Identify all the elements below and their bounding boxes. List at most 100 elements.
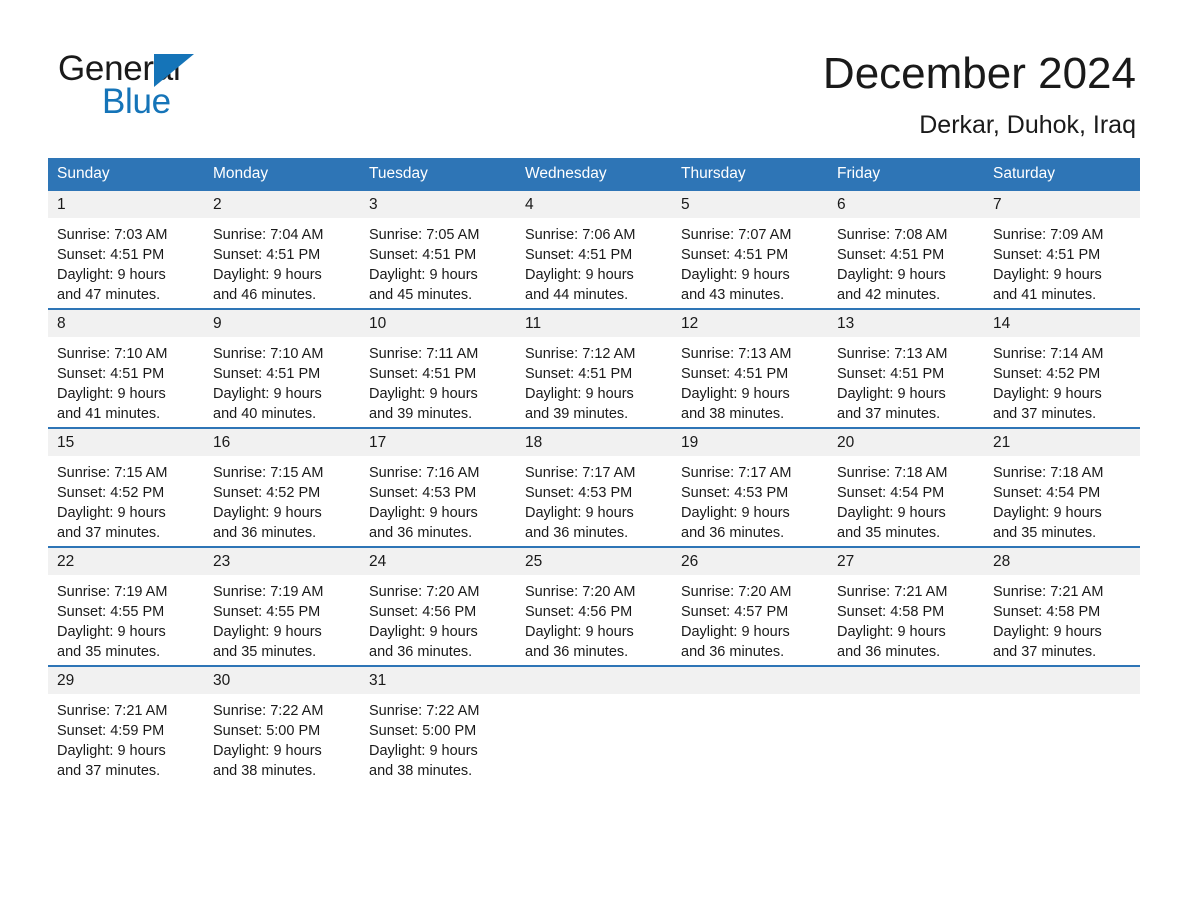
daylight-text-line2: and 42 minutes. — [837, 287, 941, 303]
calendar-day-cell[interactable]: 7 Sunrise: 7:09 AM Sunset: 4:51 PM Daylight… — [984, 191, 1140, 309]
sunset-text: Sunset: 4:53 PM — [369, 485, 477, 501]
calendar-day-cell[interactable]: 29 Sunrise: 7:21 AM Sunset: 4:59 PM Dayligh… — [48, 665, 204, 784]
day-cell-inner — [516, 667, 672, 784]
day-details: Sunrise: 7:19 AM Sunset: 4:55 PM Daylight:… — [204, 575, 360, 662]
daylight-text-line1: Daylight: 9 hours — [525, 624, 634, 640]
sunset-text: Sunset: 4:56 PM — [369, 604, 477, 620]
sunset-text: Sunset: 4:51 PM — [57, 366, 165, 382]
day-cell-inner: 11 Sunrise: 7:12 AM Sunset: 4:51 PM Dayligh… — [516, 310, 672, 427]
daylight-text-line2: and 41 minutes. — [57, 406, 161, 422]
daylight-text-line1: Daylight: 9 hours — [57, 386, 166, 402]
calendar-day-cell[interactable]: 1 Sunrise: 7:03 AM Sunset: 4:51 PM Daylight… — [48, 191, 204, 309]
calendar-day-cell[interactable]: 12 Sunrise: 7:13 AM Sunset: 4:51 PM Dayligh… — [672, 308, 828, 428]
sunrise-text: Sunrise: 7:22 AM — [369, 703, 480, 719]
day-number: 11 — [516, 310, 672, 337]
daylight-text-line1: Daylight: 9 hours — [57, 505, 166, 521]
daylight-text-line2: and 36 minutes. — [369, 525, 473, 541]
day-cell-inner: 21 Sunrise: 7:18 AM Sunset: 4:54 PM Dayligh… — [984, 429, 1140, 546]
calendar-day-cell[interactable]: 13 Sunrise: 7:13 AM Sunset: 4:51 PM Dayligh… — [828, 308, 984, 428]
page-title: December 2024 — [822, 49, 1136, 98]
sunrise-text: Sunrise: 7:20 AM — [525, 584, 636, 600]
day-cell-inner: 18 Sunrise: 7:17 AM Sunset: 4:53 PM Dayligh… — [516, 429, 672, 546]
calendar-day-cell[interactable]: 6 Sunrise: 7:08 AM Sunset: 4:51 PM Daylight… — [828, 191, 984, 309]
daylight-text-line1: Daylight: 9 hours — [213, 624, 322, 640]
calendar-day-cell[interactable]: 11 Sunrise: 7:12 AM Sunset: 4:51 PM Dayligh… — [516, 308, 672, 428]
calendar-day-cell[interactable]: 17 Sunrise: 7:16 AM Sunset: 4:53 PM Dayligh… — [360, 427, 516, 547]
day-details: Sunrise: 7:17 AM Sunset: 4:53 PM Daylight:… — [516, 456, 672, 543]
title-block: December 2024 Derkar, Duhok, Iraq — [823, 48, 1136, 140]
daylight-text-line2: and 36 minutes. — [681, 525, 785, 541]
calendar-day-cell[interactable]: 19 Sunrise: 7:17 AM Sunset: 4:53 PM Dayligh… — [672, 427, 828, 547]
daylight-text-line1: Daylight: 9 hours — [837, 386, 946, 402]
calendar-day-cell[interactable]: 30 Sunrise: 7:22 AM Sunset: 5:00 PM Dayligh… — [204, 665, 360, 784]
calendar-day-cell[interactable]: 3 Sunrise: 7:05 AM Sunset: 4:51 PM Daylight… — [360, 191, 516, 309]
day-cell-inner: 5 Sunrise: 7:07 AM Sunset: 4:51 PM Daylight… — [672, 191, 828, 308]
calendar-day-cell[interactable]: 23 Sunrise: 7:19 AM Sunset: 4:55 PM Dayligh… — [204, 546, 360, 666]
daylight-text-line2: and 38 minutes. — [681, 406, 785, 422]
day-cell-inner — [984, 667, 1140, 784]
sunset-text: Sunset: 4:51 PM — [369, 247, 477, 263]
daylight-text-line1: Daylight: 9 hours — [837, 505, 946, 521]
calendar-day-cell[interactable]: 31 Sunrise: 7:22 AM Sunset: 5:00 PM Dayligh… — [360, 665, 516, 784]
day-cell-inner: 2 Sunrise: 7:04 AM Sunset: 4:51 PM Daylight… — [204, 191, 360, 308]
sunrise-text: Sunrise: 7:15 AM — [213, 465, 324, 481]
generalblue-logo[interactable]: General Blue — [58, 50, 318, 122]
day-number: 23 — [204, 548, 360, 575]
calendar-day-cell[interactable]: 10 Sunrise: 7:11 AM Sunset: 4:51 PM Dayligh… — [360, 308, 516, 428]
daylight-text-line1: Daylight: 9 hours — [681, 624, 790, 640]
calendar-day-cell[interactable]: 18 Sunrise: 7:17 AM Sunset: 4:53 PM Dayligh… — [516, 427, 672, 547]
calendar-day-cell[interactable]: 28 Sunrise: 7:21 AM Sunset: 4:58 PM Dayligh… — [984, 546, 1140, 666]
day-details: Sunrise: 7:06 AM Sunset: 4:51 PM Daylight:… — [516, 218, 672, 305]
daylight-text-line2: and 38 minutes. — [369, 763, 473, 779]
calendar-day-cell[interactable]: 16 Sunrise: 7:15 AM Sunset: 4:52 PM Dayligh… — [204, 427, 360, 547]
day-details: Sunrise: 7:22 AM Sunset: 5:00 PM Daylight:… — [204, 694, 360, 781]
calendar-day-cell[interactable]: 9 Sunrise: 7:10 AM Sunset: 4:51 PM Daylight… — [204, 308, 360, 428]
calendar-body: 1 Sunrise: 7:03 AM Sunset: 4:51 PM Daylight… — [48, 191, 1140, 784]
day-details: Sunrise: 7:14 AM Sunset: 4:52 PM Daylight:… — [984, 337, 1140, 424]
day-number: 13 — [828, 310, 984, 337]
day-number: 10 — [360, 310, 516, 337]
calendar-day-cell[interactable]: 22 Sunrise: 7:19 AM Sunset: 4:55 PM Dayligh… — [48, 546, 204, 666]
sunset-text: Sunset: 4:51 PM — [993, 247, 1101, 263]
calendar-day-cell[interactable]: 2 Sunrise: 7:04 AM Sunset: 4:51 PM Daylight… — [204, 191, 360, 309]
day-details: Sunrise: 7:20 AM Sunset: 4:56 PM Daylight:… — [360, 575, 516, 662]
sunset-text: Sunset: 5:00 PM — [369, 723, 477, 739]
sunrise-text: Sunrise: 7:20 AM — [681, 584, 792, 600]
calendar-day-cell[interactable]: 27 Sunrise: 7:21 AM Sunset: 4:58 PM Dayligh… — [828, 546, 984, 666]
day-cell-inner: 30 Sunrise: 7:22 AM Sunset: 5:00 PM Dayligh… — [204, 667, 360, 784]
calendar-day-cell[interactable]: 8 Sunrise: 7:10 AM Sunset: 4:51 PM Daylight… — [48, 308, 204, 428]
page-header: General Blue December 2024 Derkar, Duhok… — [0, 0, 1188, 139]
day-cell-inner — [672, 667, 828, 784]
calendar-day-cell[interactable]: 21 Sunrise: 7:18 AM Sunset: 4:54 PM Dayligh… — [984, 427, 1140, 547]
calendar-day-cell[interactable]: 15 Sunrise: 7:15 AM Sunset: 4:52 PM Dayligh… — [48, 427, 204, 547]
sunrise-text: Sunrise: 7:17 AM — [525, 465, 636, 481]
day-cell-inner — [828, 667, 984, 784]
daylight-text-line2: and 36 minutes. — [525, 525, 629, 541]
calendar-day-cell[interactable]: 14 Sunrise: 7:14 AM Sunset: 4:52 PM Dayligh… — [984, 308, 1140, 428]
day-details: Sunrise: 7:21 AM Sunset: 4:58 PM Daylight:… — [984, 575, 1140, 662]
sunrise-text: Sunrise: 7:17 AM — [681, 465, 792, 481]
day-number: 12 — [672, 310, 828, 337]
calendar-table: Sunday Monday Tuesday Wednesday Thursday… — [48, 158, 1140, 784]
calendar-day-cell[interactable]: 4 Sunrise: 7:06 AM Sunset: 4:51 PM Daylight… — [516, 191, 672, 309]
sunrise-text: Sunrise: 7:15 AM — [57, 465, 168, 481]
daylight-text-line1: Daylight: 9 hours — [993, 624, 1102, 640]
calendar-day-cell[interactable]: 20 Sunrise: 7:18 AM Sunset: 4:54 PM Dayligh… — [828, 427, 984, 547]
day-number: 5 — [672, 191, 828, 218]
day-cell-inner: 20 Sunrise: 7:18 AM Sunset: 4:54 PM Dayligh… — [828, 429, 984, 546]
day-number: 9 — [204, 310, 360, 337]
day-cell-inner: 27 Sunrise: 7:21 AM Sunset: 4:58 PM Dayligh… — [828, 548, 984, 665]
daylight-text-line1: Daylight: 9 hours — [681, 505, 790, 521]
calendar-day-cell[interactable]: 5 Sunrise: 7:07 AM Sunset: 4:51 PM Daylight… — [672, 191, 828, 309]
calendar-day-cell[interactable]: 26 Sunrise: 7:20 AM Sunset: 4:57 PM Dayligh… — [672, 546, 828, 666]
daylight-text-line1: Daylight: 9 hours — [993, 505, 1102, 521]
calendar-day-cell[interactable]: 24 Sunrise: 7:20 AM Sunset: 4:56 PM Dayligh… — [360, 546, 516, 666]
day-cell-inner: 24 Sunrise: 7:20 AM Sunset: 4:56 PM Dayligh… — [360, 548, 516, 665]
daylight-text-line2: and 35 minutes. — [837, 525, 941, 541]
calendar-day-cell[interactable]: 25 Sunrise: 7:20 AM Sunset: 4:56 PM Dayligh… — [516, 546, 672, 666]
daylight-text-line2: and 39 minutes. — [369, 406, 473, 422]
sunrise-text: Sunrise: 7:08 AM — [837, 227, 948, 243]
location-subtitle: Derkar, Duhok, Iraq — [919, 111, 1136, 139]
daylight-text-line1: Daylight: 9 hours — [57, 267, 166, 283]
day-details: Sunrise: 7:16 AM Sunset: 4:53 PM Daylight:… — [360, 456, 516, 543]
